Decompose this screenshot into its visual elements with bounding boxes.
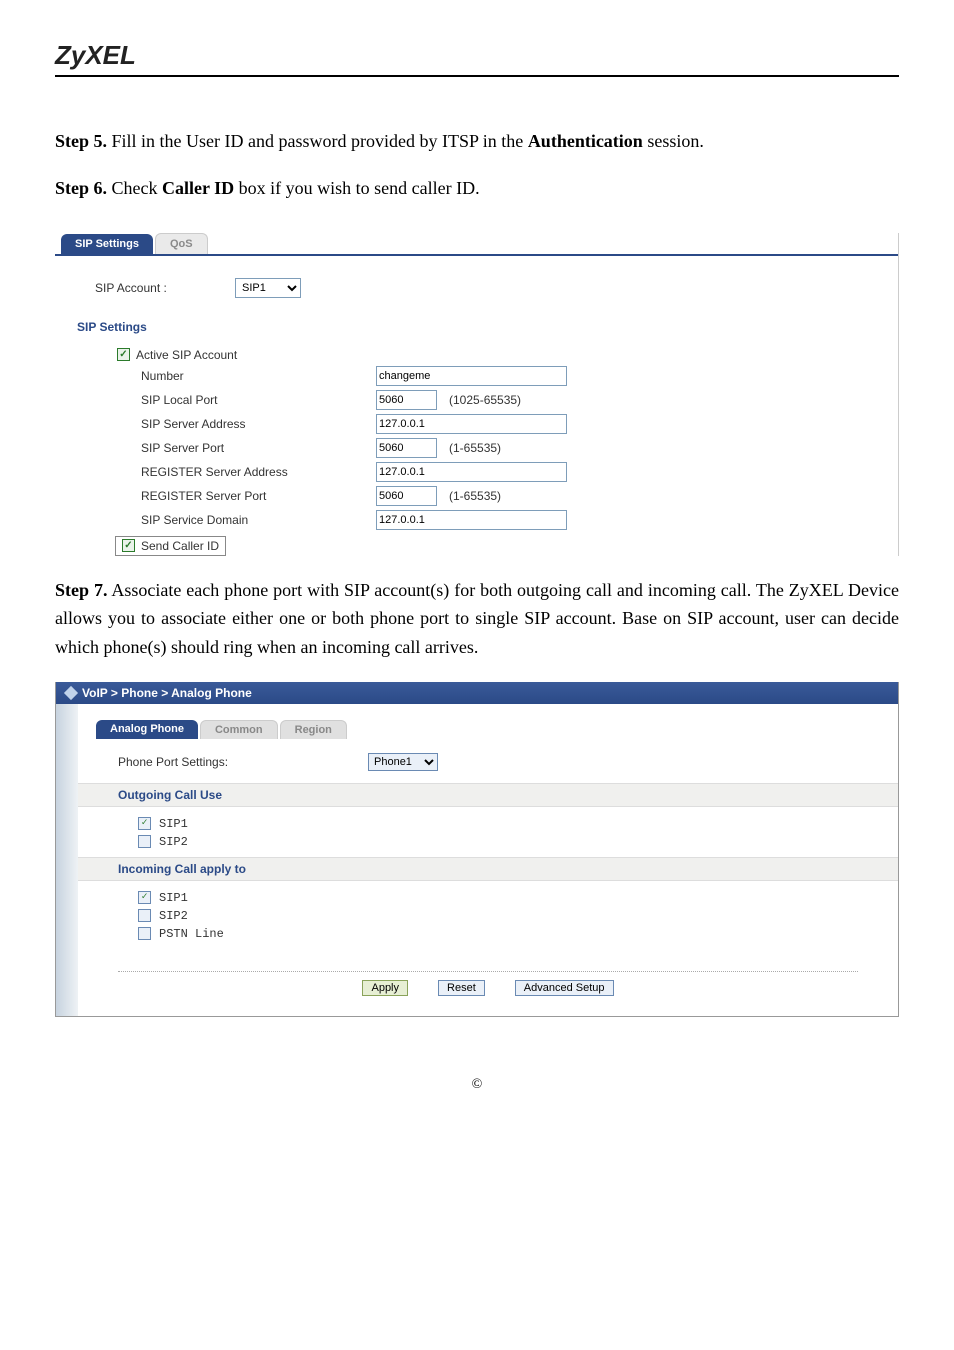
send-caller-id-label: Send Caller ID xyxy=(141,539,219,553)
breadcrumb-text: VoIP > Phone > Analog Phone xyxy=(82,686,252,700)
step-6-text: Step 6. Check Caller ID box if you wish … xyxy=(55,174,899,203)
incoming-pstn-checkbox[interactable] xyxy=(138,927,151,940)
register-server-port-input[interactable] xyxy=(376,486,437,506)
sip-local-port-input[interactable] xyxy=(376,390,437,410)
sip-local-port-hint: (1025-65535) xyxy=(449,393,521,407)
step-5-text: Step 5. Fill in the User ID and password… xyxy=(55,127,899,156)
step-5-body-b: session. xyxy=(643,131,704,151)
sip-local-port-label: SIP Local Port xyxy=(117,393,376,407)
left-gradient-strip xyxy=(56,704,78,1016)
outgoing-sip1-label: SIP1 xyxy=(159,817,188,831)
active-sip-label: Active SIP Account xyxy=(136,348,237,362)
tab-analog-phone[interactable]: Analog Phone xyxy=(96,720,198,739)
step-6-prefix: Step 6. xyxy=(55,178,107,198)
tab-qos[interactable]: QoS xyxy=(155,233,208,254)
step-6-body-a: Check xyxy=(107,178,162,198)
advanced-setup-button[interactable]: Advanced Setup xyxy=(515,980,614,996)
outgoing-sip2-label: SIP2 xyxy=(159,835,188,849)
sip-settings-screenshot: SIP Settings QoS SIP Account : SIP1 SIP … xyxy=(55,233,899,556)
sip-service-domain-label: SIP Service Domain xyxy=(117,513,376,527)
sip-settings-section-title: SIP Settings xyxy=(77,320,898,334)
send-caller-id-checkbox[interactable]: ✓ xyxy=(122,539,135,552)
number-input[interactable] xyxy=(376,366,567,386)
phone-port-select[interactable]: Phone1 xyxy=(368,753,438,771)
step-6-body-b: box if you wish to send caller ID. xyxy=(234,178,479,198)
step-7-body: Associate each phone port with SIP accou… xyxy=(55,580,899,658)
outgoing-call-use-header: Outgoing Call Use xyxy=(78,783,898,807)
reset-button[interactable]: Reset xyxy=(438,980,485,996)
sip-server-port-label: SIP Server Port xyxy=(117,441,376,455)
register-server-address-input[interactable] xyxy=(376,462,567,482)
tab-sip-settings[interactable]: SIP Settings xyxy=(61,234,153,254)
sip-server-address-input[interactable] xyxy=(376,414,567,434)
number-label: Number xyxy=(117,369,376,383)
tab-strip: SIP Settings QoS xyxy=(55,233,898,254)
step-5-bold: Authentication xyxy=(528,131,643,151)
incoming-pstn-label: PSTN Line xyxy=(159,927,224,941)
register-server-port-hint: (1-65535) xyxy=(449,489,501,503)
phone-port-settings-label: Phone Port Settings: xyxy=(118,755,368,769)
apply-button[interactable]: Apply xyxy=(362,980,408,996)
step-6-bold: Caller ID xyxy=(162,178,234,198)
active-sip-checkbox[interactable]: ✓ xyxy=(117,348,130,361)
button-row: Apply Reset Advanced Setup xyxy=(118,971,858,996)
step-7-text: Step 7. Associate each phone port with S… xyxy=(55,576,899,662)
breadcrumb: VoIP > Phone > Analog Phone xyxy=(56,682,898,704)
register-server-address-label: REGISTER Server Address xyxy=(117,465,376,479)
incoming-sip1-checkbox[interactable]: ✓ xyxy=(138,891,151,904)
sip-server-port-input[interactable] xyxy=(376,438,437,458)
outgoing-sip2-checkbox[interactable] xyxy=(138,835,151,848)
incoming-call-apply-header: Incoming Call apply to xyxy=(78,857,898,881)
sip-server-address-label: SIP Server Address xyxy=(117,417,376,431)
register-server-port-label: REGISTER Server Port xyxy=(117,489,376,503)
header-rule xyxy=(55,75,899,77)
sip-account-select[interactable]: SIP1 xyxy=(235,278,301,298)
tab-common[interactable]: Common xyxy=(200,720,278,739)
outgoing-sip1-checkbox[interactable]: ✓ xyxy=(138,817,151,830)
send-caller-id-group: ✓ Send Caller ID xyxy=(115,536,226,556)
step-5-prefix: Step 5. xyxy=(55,131,107,151)
sip-server-port-hint: (1-65535) xyxy=(449,441,501,455)
sip-account-label: SIP Account : xyxy=(95,281,235,295)
incoming-sip2-checkbox[interactable] xyxy=(138,909,151,922)
tab-region[interactable]: Region xyxy=(280,720,347,739)
footer-copyright: © xyxy=(55,1077,899,1093)
tab-strip-phone: Analog Phone Common Region xyxy=(96,720,898,739)
step-7-prefix: Step 7. xyxy=(55,580,107,600)
analog-phone-screenshot: VoIP > Phone > Analog Phone Analog Phone… xyxy=(55,682,899,1017)
brand-logo: ZyXEL xyxy=(55,40,899,71)
incoming-sip2-label: SIP2 xyxy=(159,909,188,923)
sip-service-domain-input[interactable] xyxy=(376,510,567,530)
step-5-body-a: Fill in the User ID and password provide… xyxy=(107,131,528,151)
incoming-sip1-label: SIP1 xyxy=(159,891,188,905)
breadcrumb-icon xyxy=(64,686,78,700)
sip-panel: SIP Account : SIP1 SIP Settings ✓ Active… xyxy=(55,254,898,556)
